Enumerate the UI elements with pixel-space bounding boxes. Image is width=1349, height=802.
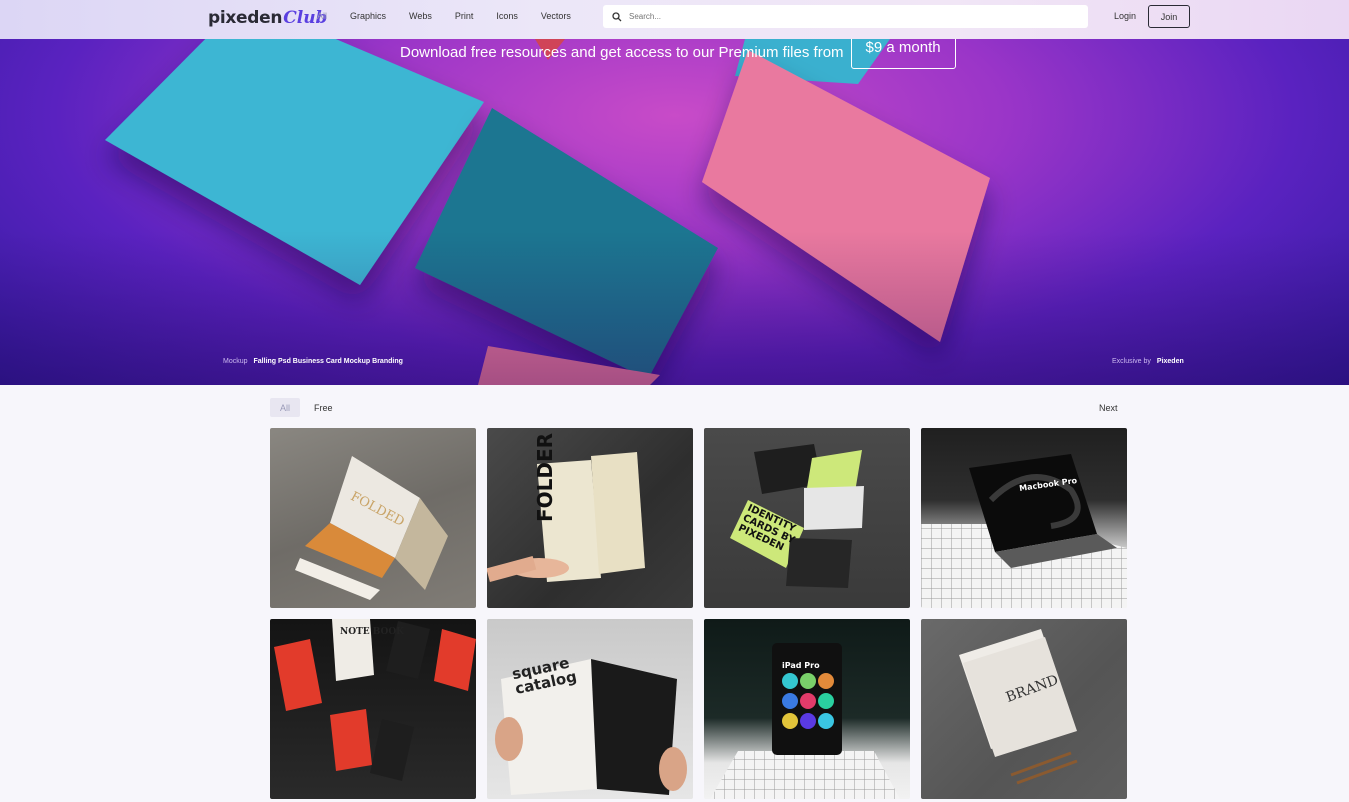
search-icon: [612, 11, 622, 21]
tile-notebook-identity-mockup[interactable]: NOTE BOOK: [270, 619, 476, 799]
identity-cards-image: [730, 444, 864, 588]
filter-tab-all[interactable]: All: [270, 398, 301, 417]
nav-link-webs[interactable]: Webs: [409, 11, 432, 21]
hero-banner[interactable]: Download free resources and get access t…: [0, 0, 1349, 385]
search-input[interactable]: [629, 12, 1069, 21]
nav-link-graphics[interactable]: Graphics: [350, 11, 386, 21]
notebook-identity-image: [274, 619, 476, 781]
login-link[interactable]: Login: [1114, 11, 1136, 21]
search-bar[interactable]: [603, 5, 1088, 28]
hero-caption: Mockup Falling Psd Business Card Mockup B…: [223, 358, 403, 365]
nav-link-all[interactable]: All: [317, 11, 327, 21]
join-button[interactable]: Join: [1148, 5, 1190, 28]
tile-text-ipad: iPad Pro: [782, 661, 820, 670]
promo-banner: Download free resources and get access t…: [400, 26, 956, 69]
brand-paper-image: [959, 629, 1078, 785]
logo-main: pixeden: [208, 8, 283, 28]
macbook-image: [921, 454, 1127, 608]
tile-text-folder: FOLDER: [533, 432, 557, 522]
exclusive-credit: Exclusive by Pixeden: [1112, 358, 1184, 365]
next-page-link[interactable]: Next: [1099, 403, 1118, 413]
nav-link-vectors[interactable]: Vectors: [541, 11, 571, 21]
filter-tabs: All Free: [270, 398, 343, 417]
category-nav: All Graphics Webs Print Icons Vectors: [317, 11, 571, 21]
folded-card-image: [295, 456, 448, 600]
tile-ipad-pro-mockup[interactable]: iPad Pro: [704, 619, 910, 799]
tile-folded-card-mockup[interactable]: FOLDED: [270, 428, 476, 608]
tile-identity-cards-mockup[interactable]: IDENTITY CARDS BY PIXEDEN: [704, 428, 910, 608]
tile-folder-stationery-mockup[interactable]: FOLDER: [487, 428, 693, 608]
caption-title[interactable]: Falling Psd Business Card Mockup Brandin…: [254, 358, 403, 365]
nav-link-icons[interactable]: Icons: [496, 11, 518, 21]
tile-brand-paper-mockup[interactable]: BRAND: [921, 619, 1127, 799]
tile-macbook-mockup[interactable]: Macbook Pro: [921, 428, 1127, 608]
caption-category[interactable]: Mockup: [223, 358, 248, 365]
exclusive-brand[interactable]: Pixeden: [1157, 358, 1184, 365]
promo-text: Download free resources and get access t…: [400, 44, 844, 61]
tile-text-notebook: NOTE BOOK: [340, 627, 405, 637]
filter-tab-free[interactable]: Free: [304, 398, 343, 417]
ipad-pro-image: [710, 643, 900, 799]
folder-stationery-image: [487, 452, 645, 582]
nav-link-print[interactable]: Print: [455, 11, 474, 21]
tile-square-catalog-mockup[interactable]: square catalog: [487, 619, 693, 799]
pixeden-club-logo[interactable]: pixeden Club: [208, 8, 327, 30]
exclusive-label: Exclusive by: [1112, 358, 1151, 365]
square-catalog-image: [495, 659, 687, 795]
top-nav: pixeden Club All Graphics Webs Print Ico…: [0, 0, 1349, 39]
